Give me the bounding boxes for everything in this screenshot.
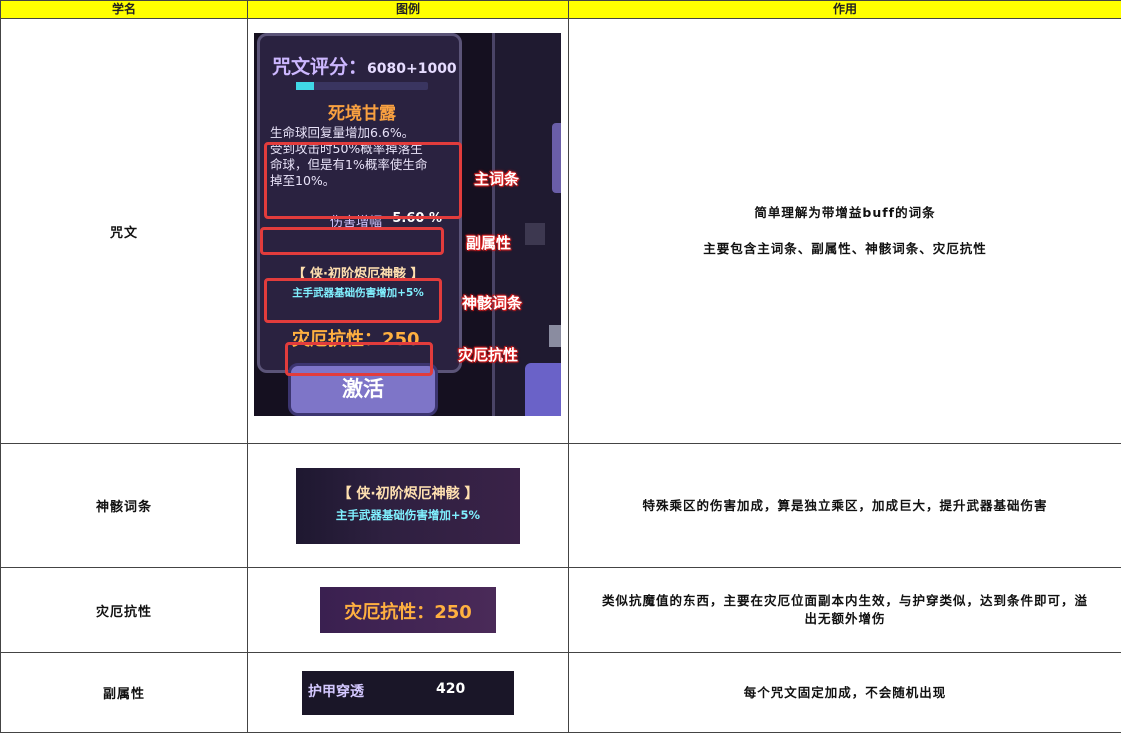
table-row: 神骸词条 【 侠·初阶烬厄神骸 】 主手武器基础伤害增加+5% 特殊乘区的伤害加… bbox=[0, 443, 1121, 568]
description-line: 出无额外增伤 bbox=[804, 611, 886, 626]
info-table: 学名 图例 作用 咒文 咒文评分：6080+1000 死境甘露 生命球回复量增加… bbox=[0, 0, 1121, 733]
resistance-image: 灾厄抗性：250 bbox=[320, 587, 496, 633]
annotation-label-main: 主词条 bbox=[474, 170, 520, 188]
resistance-image-text: 灾厄抗性：250 bbox=[344, 602, 472, 623]
row-name: 副属性 bbox=[0, 652, 248, 733]
row-name: 灾厄抗性 bbox=[0, 567, 248, 653]
row-name: 神骸词条 bbox=[0, 443, 248, 568]
header-image: 图例 bbox=[247, 0, 569, 19]
row-description: 类似抗魔值的东西，主要在灾厄位面副本内生效，与护穿类似，达到条件即可，溢 出无额… bbox=[568, 567, 1121, 653]
annotation-label-sub: 副属性 bbox=[466, 234, 512, 252]
description-line: 特殊乘区的伤害加成，算是独立乘区，加成巨大，提升武器基础伤害 bbox=[642, 497, 1048, 513]
relic-image-effect: 主手武器基础伤害增加+5% bbox=[335, 507, 481, 522]
annotation-box-resist bbox=[285, 342, 433, 376]
relic-image-title: 【 侠·初阶烬厄神骸 】 bbox=[337, 485, 479, 502]
table-row: 咒文 咒文评分：6080+1000 死境甘露 生命球回复量增加6.6%。 受到攻… bbox=[0, 18, 1121, 444]
annotation-box-relic bbox=[264, 278, 442, 323]
header-effect: 作用 bbox=[568, 0, 1121, 19]
sheet: 学名 图例 作用 咒文 咒文评分：6080+1000 死境甘露 生命球回复量增加… bbox=[0, 0, 1121, 734]
row-image: 护甲穿透 420 bbox=[247, 652, 569, 733]
table-row: 副属性 护甲穿透 420 每个咒文固定加成，不会随机出现 bbox=[0, 652, 1121, 733]
header-name: 学名 bbox=[0, 0, 248, 19]
subattr-image-value: 420 bbox=[436, 680, 466, 697]
row-description: 特殊乘区的伤害加成，算是独立乘区，加成巨大，提升武器基础伤害 bbox=[568, 443, 1121, 568]
row-image: 【 侠·初阶烬厄神骸 】 主手武器基础伤害增加+5% bbox=[247, 443, 569, 568]
subattr-image: 护甲穿透 420 bbox=[302, 670, 514, 715]
description-line: 简单理解为带增益buff的词条 bbox=[754, 205, 936, 220]
score-progress-fill bbox=[296, 82, 315, 90]
score-progress-bar bbox=[296, 82, 428, 90]
subattr-image-name: 护甲穿透 bbox=[308, 683, 364, 700]
row-image: 灾厄抗性：250 bbox=[247, 567, 569, 653]
score-label: 咒文评分： bbox=[272, 56, 368, 78]
row-name: 咒文 bbox=[0, 18, 248, 444]
annotation-label-resist: 灾厄抗性 bbox=[458, 346, 519, 364]
relic-image: 【 侠·初阶烬厄神骸 】 主手武器基础伤害增加+5% bbox=[296, 467, 520, 544]
curse-name: 死境甘露 bbox=[328, 104, 396, 124]
description-line: 类似抗魔值的东西，主要在灾厄位面副本内生效，与护穿类似，达到条件即可，溢 bbox=[601, 593, 1088, 608]
row-image: 咒文评分：6080+1000 死境甘露 生命球回复量增加6.6%。 受到攻击时5… bbox=[247, 18, 569, 444]
curse-card-image: 咒文评分：6080+1000 死境甘露 生命球回复量增加6.6%。 受到攻击时5… bbox=[254, 33, 561, 416]
description-line: 主要包含主词条、副属性、神骸词条、灾厄抗性 bbox=[703, 241, 987, 256]
annotation-label-relic: 神骸词条 bbox=[462, 294, 523, 312]
row-description: 每个咒文固定加成，不会随机出现 bbox=[568, 652, 1121, 733]
main-line: 生命球回复量增加6.6%。 bbox=[270, 125, 415, 140]
annotation-box-main bbox=[264, 142, 462, 219]
annotation-box-sub bbox=[260, 227, 444, 255]
score-line: 咒文评分：6080+1000 bbox=[272, 52, 457, 79]
row-description: 简单理解为带增益buff的词条 主要包含主词条、副属性、神骸词条、灾厄抗性 bbox=[568, 18, 1121, 444]
description-line: 每个咒文固定加成，不会随机出现 bbox=[743, 684, 947, 700]
score-value: 6080+1000 bbox=[367, 61, 457, 77]
header-row: 学名 图例 作用 bbox=[0, 0, 1121, 19]
table-row: 灾厄抗性 灾厄抗性：250 类似抗魔值的东西，主要在灾厄位面副本内生效，与护穿类… bbox=[0, 567, 1121, 653]
